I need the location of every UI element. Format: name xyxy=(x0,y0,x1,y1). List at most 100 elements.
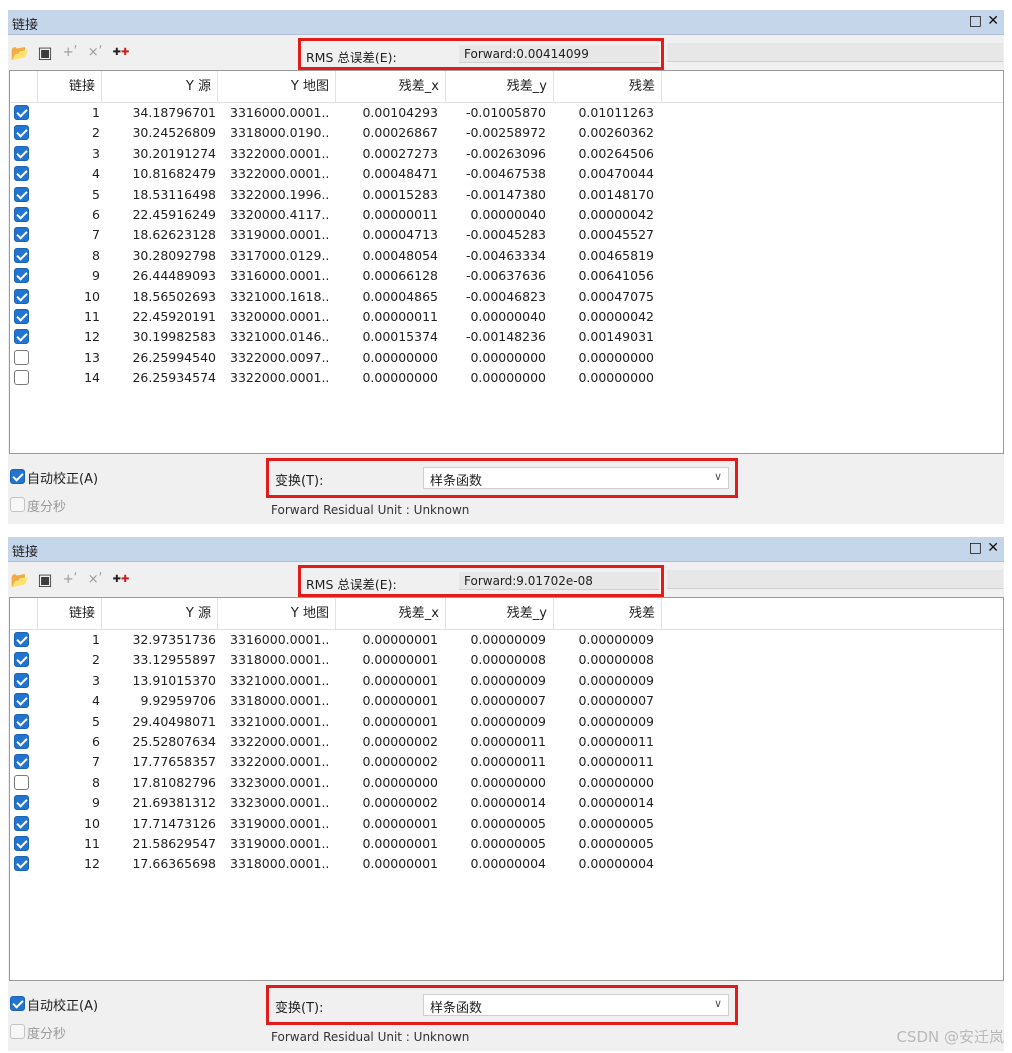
close-icon[interactable]: ✕ xyxy=(987,12,999,30)
row-checkbox[interactable] xyxy=(14,349,29,365)
table-row[interactable]: 4 9.92959706 3318000.0001... 0.00000001 0.00… xyxy=(10,691,1003,711)
restore-icon[interactable]: □ xyxy=(969,12,982,30)
link-id: 4 xyxy=(92,693,100,709)
table-row[interactable]: 9 26.44489093 3316000.0001... 0.00066128 -0.… xyxy=(10,266,1003,286)
header-link[interactable]: 链接 xyxy=(38,71,102,102)
save-icon[interactable]: ▣ xyxy=(35,43,55,63)
row-checkbox[interactable] xyxy=(14,754,29,770)
save-icon[interactable]: ▣ xyxy=(35,570,55,590)
header-y-source[interactable]: Y 源 xyxy=(102,598,218,629)
residual-x-value: 0.00000002 xyxy=(362,733,438,749)
row-checkbox[interactable] xyxy=(14,693,29,709)
header-residual-y[interactable]: 残差_y xyxy=(446,71,554,102)
row-checkbox[interactable] xyxy=(14,652,29,668)
header-y-map[interactable]: Y 地图 xyxy=(218,598,336,629)
row-checkbox[interactable] xyxy=(14,733,29,749)
row-checkbox[interactable] xyxy=(14,186,29,202)
dropdown-arrow-icon[interactable]: ∨ xyxy=(714,470,722,483)
row-checkbox[interactable] xyxy=(14,835,29,851)
transform-select[interactable]: 样条函数 ∨ xyxy=(423,467,729,489)
auto-adjust-checkbox[interactable] xyxy=(10,996,25,1011)
row-checkbox[interactable] xyxy=(14,795,29,811)
table-row[interactable]: 11 22.45920191 3320000.0001... 0.00000011 0.… xyxy=(10,307,1003,327)
table-row[interactable]: 1 32.97351736 3316000.0001... 0.00000001 0.0… xyxy=(10,630,1003,650)
row-checkbox[interactable] xyxy=(14,227,29,243)
table-row[interactable]: 12 17.66365698 3318000.0001... 0.00000001 0.… xyxy=(10,854,1003,874)
row-checkbox[interactable] xyxy=(14,166,29,182)
header-y-source[interactable]: Y 源 xyxy=(102,71,218,102)
delete-link-icon[interactable]: ×ʹ xyxy=(85,570,105,590)
table-row[interactable]: 9 21.69381312 3323000.0001... 0.00000002 0.0… xyxy=(10,793,1003,813)
link-toolbar: 📂 ▣ +ʹ ×ʹ ✚✚ RMS 总误差(E): Forward:0.00414099 xyxy=(8,35,1004,70)
add-link-icon[interactable]: +ʹ xyxy=(60,570,80,590)
row-checkbox[interactable] xyxy=(14,713,29,729)
auto-adjust-option[interactable]: 自动校正(A) xyxy=(10,995,98,1014)
residual-x-value: 0.00015374 xyxy=(362,329,438,345)
row-checkbox[interactable] xyxy=(14,125,29,141)
table-row[interactable]: 6 25.52807634 3322000.0001... 0.00000002 0.0… xyxy=(10,732,1003,752)
row-checkbox[interactable] xyxy=(14,145,29,161)
row-checkbox[interactable] xyxy=(14,308,29,324)
table-row[interactable]: 7 18.62623128 3319000.0001... 0.00004713 -0.… xyxy=(10,225,1003,245)
row-checkbox[interactable] xyxy=(14,268,29,284)
link-id: 4 xyxy=(92,166,100,182)
open-folder-icon[interactable]: 📂 xyxy=(10,43,30,63)
row-checkbox[interactable] xyxy=(14,370,29,386)
table-row[interactable]: 8 30.28092798 3317000.0129... 0.00048054 -0.… xyxy=(10,246,1003,266)
table-row[interactable]: 10 18.56502693 3321000.1618... 0.00004865 -0… xyxy=(10,287,1003,307)
table-row[interactable]: 12 30.19982583 3321000.0146... 0.00015374 -0… xyxy=(10,327,1003,347)
row-checkbox[interactable] xyxy=(14,288,29,304)
table-row[interactable]: 11 21.58629547 3319000.0001... 0.00000001 0.… xyxy=(10,834,1003,854)
header-y-map[interactable]: Y 地图 xyxy=(218,71,336,102)
restore-icon[interactable]: □ xyxy=(969,539,982,557)
transform-select[interactable]: 样条函数 ∨ xyxy=(423,994,729,1016)
link-id: 5 xyxy=(92,713,100,729)
table-row[interactable]: 6 22.45916249 3320000.4117... 0.00000011 0.0… xyxy=(10,205,1003,225)
table-row[interactable]: 3 30.20191274 3322000.0001... 0.00027273 -0.… xyxy=(10,144,1003,164)
table-row[interactable]: 5 18.53116498 3322000.1996... 0.00015283 -0.… xyxy=(10,185,1003,205)
row-checkbox[interactable] xyxy=(14,206,29,222)
row-checkbox[interactable] xyxy=(14,856,29,872)
table-row[interactable]: 1 34.18796701 3316000.0001... 0.00104293 -0.… xyxy=(10,103,1003,123)
residual-x-value: 0.00000011 xyxy=(362,308,438,324)
y-map-value: 3320000.4117... xyxy=(230,206,330,222)
auto-adjust-option[interactable]: 自动校正(A) xyxy=(10,468,98,487)
delete-link-icon[interactable]: ×ʹ xyxy=(85,43,105,63)
row-checkbox[interactable] xyxy=(14,672,29,688)
row-checkbox[interactable] xyxy=(14,247,29,263)
table-row[interactable]: 4 10.81682479 3322000.0001... 0.00048471 -0.… xyxy=(10,164,1003,184)
table-row[interactable]: 14 26.25934574 3322000.0001... 0.00000000 0.… xyxy=(10,368,1003,388)
table-row[interactable]: 13 26.25994540 3322000.0097... 0.00000000 0.… xyxy=(10,348,1003,368)
table-row[interactable]: 2 33.12955897 3318000.0001... 0.00000001 0.0… xyxy=(10,650,1003,670)
auto-adjust-checkbox[interactable] xyxy=(10,469,25,484)
y-source-value: 30.24526809 xyxy=(132,125,216,141)
header-residual[interactable]: 残差 xyxy=(554,71,662,102)
y-source-value: 18.62623128 xyxy=(132,227,216,243)
residual-value: 0.00000000 xyxy=(578,370,654,386)
table-row[interactable]: 10 17.71473126 3319000.0001... 0.00000001 0.… xyxy=(10,814,1003,834)
header-link[interactable]: 链接 xyxy=(38,598,102,629)
row-checkbox[interactable] xyxy=(14,815,29,831)
table-row[interactable]: 8 17.81082796 3323000.0001... 0.00000000 0.0… xyxy=(10,773,1003,793)
new-link-icon[interactable]: ✚✚ xyxy=(111,570,131,590)
table-row[interactable]: 7 17.77658357 3322000.0001... 0.00000002 0.0… xyxy=(10,752,1003,772)
table-row[interactable]: 5 29.40498071 3321000.0001... 0.00000001 0.0… xyxy=(10,712,1003,732)
row-checkbox[interactable] xyxy=(14,632,29,647)
add-link-icon[interactable]: +ʹ xyxy=(60,43,80,63)
row-checkbox[interactable] xyxy=(14,774,29,790)
row-checkbox[interactable] xyxy=(14,105,29,120)
dropdown-arrow-icon[interactable]: ∨ xyxy=(714,997,722,1010)
new-link-icon[interactable]: ✚✚ xyxy=(111,43,131,63)
header-residual-y[interactable]: 残差_y xyxy=(446,598,554,629)
row-checkbox[interactable] xyxy=(14,329,29,345)
header-residual-x[interactable]: 残差_x xyxy=(336,598,446,629)
table-row[interactable]: 2 30.24526809 3318000.0190... 0.00026867 -0.… xyxy=(10,123,1003,143)
header-residual-x[interactable]: 残差_x xyxy=(336,71,446,102)
residual-x-value: 0.00015283 xyxy=(362,186,438,202)
header-residual[interactable]: 残差 xyxy=(554,598,662,629)
residual-x-value: 0.00000001 xyxy=(362,652,438,668)
open-folder-icon[interactable]: 📂 xyxy=(10,570,30,590)
close-icon[interactable]: ✕ xyxy=(987,539,999,557)
residual-x-value: 0.00027273 xyxy=(362,145,438,161)
table-row[interactable]: 3 13.91015370 3321000.0001... 0.00000001 0.0… xyxy=(10,671,1003,691)
